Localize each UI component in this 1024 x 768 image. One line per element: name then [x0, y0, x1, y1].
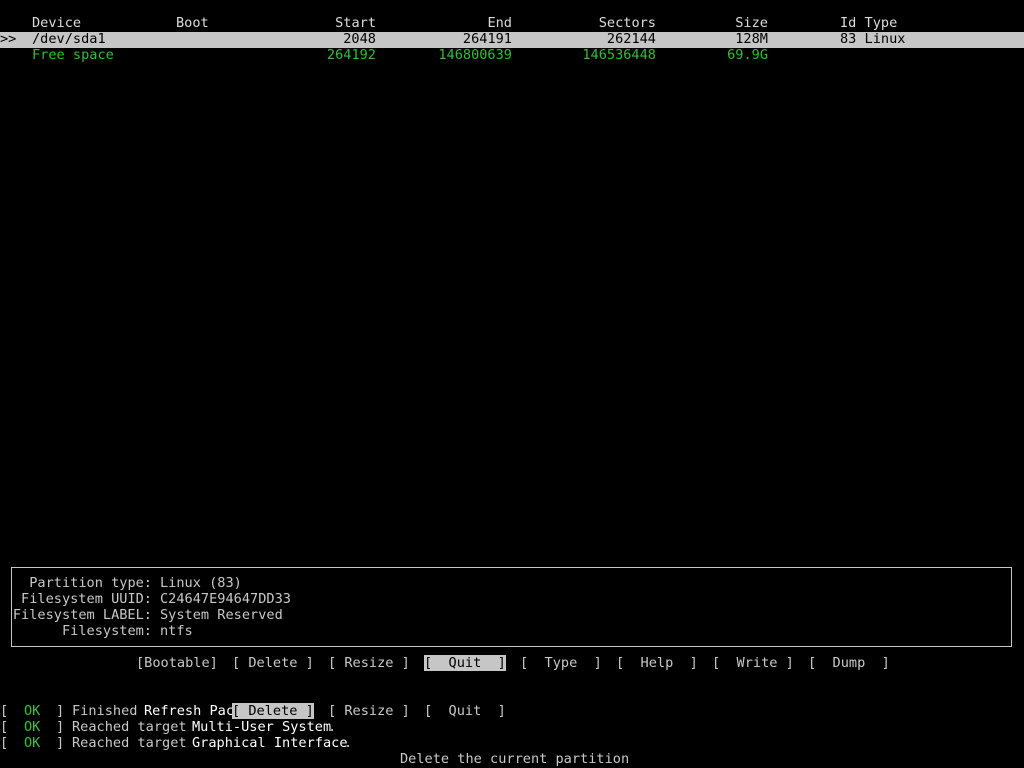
bootable-button[interactable]: [Bootable] — [136, 655, 218, 671]
fs-uuid-label: Filesystem UUID: — [21, 591, 152, 607]
help-button[interactable]: [ Help ] — [616, 655, 698, 671]
row-end: 264191 — [462, 31, 512, 47]
log-bracket-close: ] — [56, 719, 65, 735]
log-unit: Graphical Interface — [192, 735, 348, 751]
overlay-delete-button[interactable]: [ Delete ] — [232, 703, 314, 719]
row-sectors: 262144 — [606, 31, 656, 47]
header-id-type: Id Type — [840, 15, 898, 31]
dump-button[interactable]: [ Dump ] — [808, 655, 890, 671]
log-suffix: . — [344, 735, 353, 751]
log-bracket-open: [ — [0, 703, 9, 719]
status-hint: Delete the current partition — [400, 751, 630, 767]
log-unit: Multi-User System — [192, 719, 332, 735]
log-ok-status: OK — [24, 719, 41, 735]
delete-button[interactable]: [ Delete ] — [232, 655, 314, 671]
partition-type-value: Linux (83) — [160, 575, 242, 591]
free-space-start: 264192 — [326, 47, 376, 63]
row-device[interactable]: /dev/sda1 — [32, 31, 106, 47]
header-size: Size — [735, 15, 768, 31]
log-bracket-close: ] — [56, 735, 65, 751]
fs-label-label: Filesystem LABEL: — [12, 607, 152, 623]
free-space-end: 146800639 — [438, 47, 512, 63]
header-end: End — [487, 15, 512, 31]
log-suffix: . — [328, 719, 337, 735]
header-device: Device — [32, 15, 82, 31]
log-bracket-open: [ — [0, 719, 9, 735]
type-button[interactable]: [ Type ] — [520, 655, 602, 671]
header-start: Start — [335, 15, 376, 31]
fs-uuid-value: C24647E94647DD33 — [160, 591, 291, 607]
log-unit: Refresh Pac — [144, 703, 235, 719]
row-selector-marker: >> — [0, 31, 17, 47]
fs-label-value: System Reserved — [160, 607, 283, 623]
filesystem-label: Filesystem: — [61, 623, 152, 639]
log-prefix: Reached target — [72, 719, 187, 735]
row-start: 2048 — [343, 31, 376, 47]
log-bracket-close: ] — [56, 703, 65, 719]
header-sectors: Sectors — [598, 15, 656, 31]
log-ok-status: OK — [24, 735, 41, 751]
log-bracket-open: [ — [0, 735, 9, 751]
filesystem-value: ntfs — [160, 623, 193, 639]
resize-button[interactable]: [ Resize ] — [328, 655, 410, 671]
log-prefix: Finished — [72, 703, 138, 719]
overlay-quit-button[interactable]: [ Quit ] — [424, 703, 506, 719]
header-boot: Boot — [176, 15, 209, 31]
free-space-device[interactable]: Free space — [32, 47, 114, 63]
log-ok-status: OK — [24, 703, 41, 719]
quit-button[interactable]: [ Quit ] — [424, 655, 506, 671]
row-id-type: 83 Linux — [840, 31, 906, 47]
log-prefix: Reached target — [72, 735, 187, 751]
partition-type-label: Partition type: — [29, 575, 152, 591]
row-size: 128M — [735, 31, 768, 47]
free-space-size: 69.9G — [727, 47, 768, 63]
write-button[interactable]: [ Write ] — [712, 655, 794, 671]
free-space-sectors: 146536448 — [582, 47, 656, 63]
overlay-resize-button[interactable]: [ Resize ] — [328, 703, 410, 719]
